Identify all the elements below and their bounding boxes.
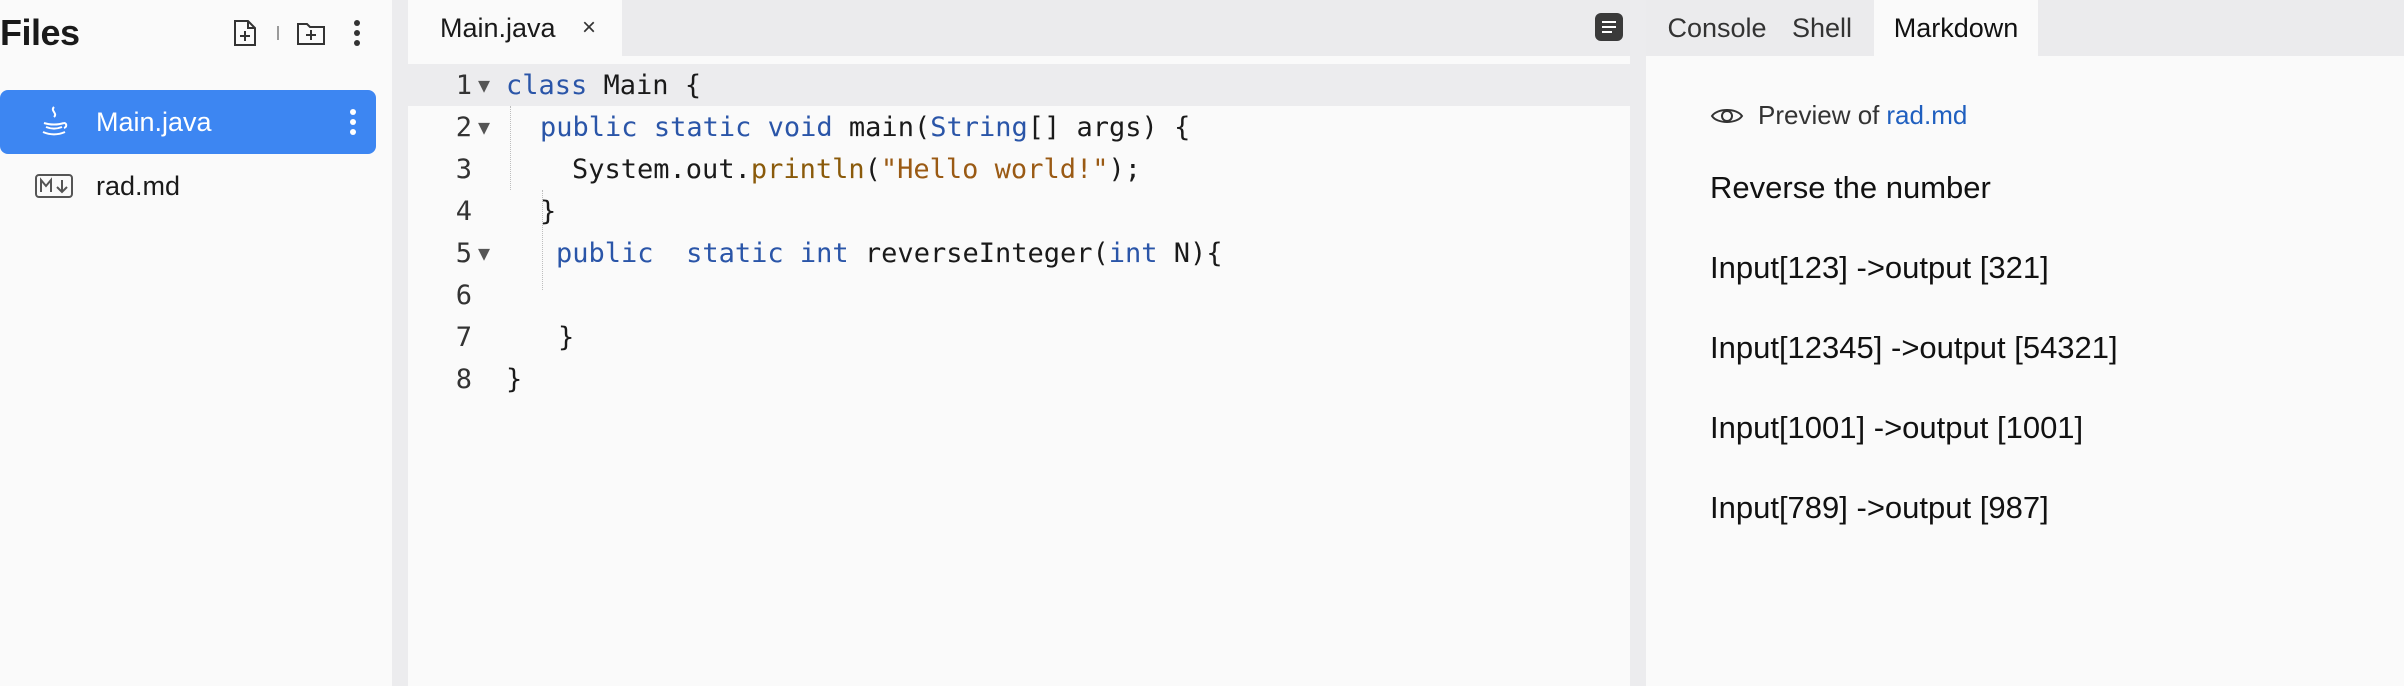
code-text: System.out.println("Hello world!"); <box>572 153 1141 185</box>
markdown-icon <box>34 166 74 206</box>
code-line: 4 } <box>408 190 1630 232</box>
fold-arrow-icon[interactable]: ▼ <box>478 241 496 265</box>
pane-resize-handle[interactable] <box>1630 0 1646 686</box>
code-text: } <box>558 321 575 353</box>
file-name: rad.md <box>96 170 181 201</box>
line-number: 1 <box>455 69 472 101</box>
code-line: 2 ▼ public static void main(String[] arg… <box>408 106 1630 148</box>
files-title: Files <box>0 12 80 53</box>
tab-shell[interactable]: Shell <box>1782 0 1862 56</box>
line-number: 8 <box>455 363 472 395</box>
eye-icon <box>1710 108 1744 123</box>
line-number: 6 <box>455 279 472 311</box>
new-file-icon[interactable] <box>230 18 260 48</box>
more-options-icon[interactable] <box>342 18 372 48</box>
tab-main-java[interactable]: Main.java × <box>408 0 622 56</box>
preview-header: Preview of rad.md <box>1710 100 1967 131</box>
markdown-paragraph: Input[12345] ->output [54321] <box>1710 330 2118 365</box>
preview-prefix: Preview of <box>1758 100 1880 130</box>
editor-pane: Main.java × 1 ▼ class Main { 2 ▼ public … <box>408 0 1630 686</box>
code-line: 3 System.out.println("Hello world!"); <box>408 148 1630 190</box>
layout-toggle-icon[interactable] <box>1592 10 1626 44</box>
fold-arrow-icon[interactable]: ▼ <box>478 115 496 139</box>
code-text: class Main { <box>506 69 702 101</box>
tab-label: Main.java <box>440 12 556 43</box>
line-number: 5 <box>455 237 472 269</box>
code-text: public static int reverseInteger(int N){ <box>556 237 1223 269</box>
markdown-paragraph: Input[789] ->output [987] <box>1710 490 2049 525</box>
file-list: Main.java rad.md <box>0 90 392 218</box>
line-number: 2 <box>455 111 472 143</box>
file-item-rad-md[interactable]: rad.md <box>0 154 392 218</box>
close-icon[interactable]: × <box>574 13 604 43</box>
code-line: 5 ▼ public static int reverseInteger(int… <box>408 232 1630 274</box>
java-icon <box>34 102 74 142</box>
line-number: 7 <box>455 321 472 353</box>
line-number: 4 <box>455 195 472 227</box>
files-header: Files <box>0 0 392 68</box>
files-sidebar: Files Main.java rad.md <box>0 0 392 686</box>
new-folder-icon[interactable] <box>296 18 326 48</box>
file-item-main-java[interactable]: Main.java <box>0 90 376 154</box>
line-number: 3 <box>455 153 472 185</box>
code-line: 1 ▼ class Main { <box>408 64 1630 106</box>
code-text: } <box>506 363 523 395</box>
editor-tabbar: Main.java × <box>408 0 1630 56</box>
pane-resize-handle[interactable] <box>392 0 408 686</box>
code-line: 7 } <box>408 316 1630 358</box>
output-pane: Console Shell Markdown Preview of rad.md… <box>1646 0 2404 686</box>
header-divider <box>277 26 279 40</box>
code-editor[interactable]: 1 ▼ class Main { 2 ▼ public static void … <box>408 56 1630 686</box>
file-name: Main.java <box>96 106 212 137</box>
output-tabbar: Console Shell Markdown <box>1646 0 2404 56</box>
file-menu-icon[interactable] <box>338 100 368 144</box>
markdown-paragraph: Reverse the number <box>1710 170 1991 205</box>
code-line: 8 } <box>408 358 1630 400</box>
markdown-paragraph: Input[1001] ->output [1001] <box>1710 410 2084 445</box>
fold-arrow-icon[interactable]: ▼ <box>478 73 496 97</box>
tab-markdown[interactable]: Markdown <box>1874 0 2038 56</box>
preview-file-link[interactable]: rad.md <box>1886 100 1967 131</box>
tab-console[interactable]: Console <box>1662 0 1772 56</box>
code-text: } <box>540 195 557 227</box>
code-text: public static void main(String[] args) { <box>540 111 1191 143</box>
code-line: 6 <box>408 274 1630 316</box>
markdown-paragraph: Input[123] ->output [321] <box>1710 250 2049 285</box>
